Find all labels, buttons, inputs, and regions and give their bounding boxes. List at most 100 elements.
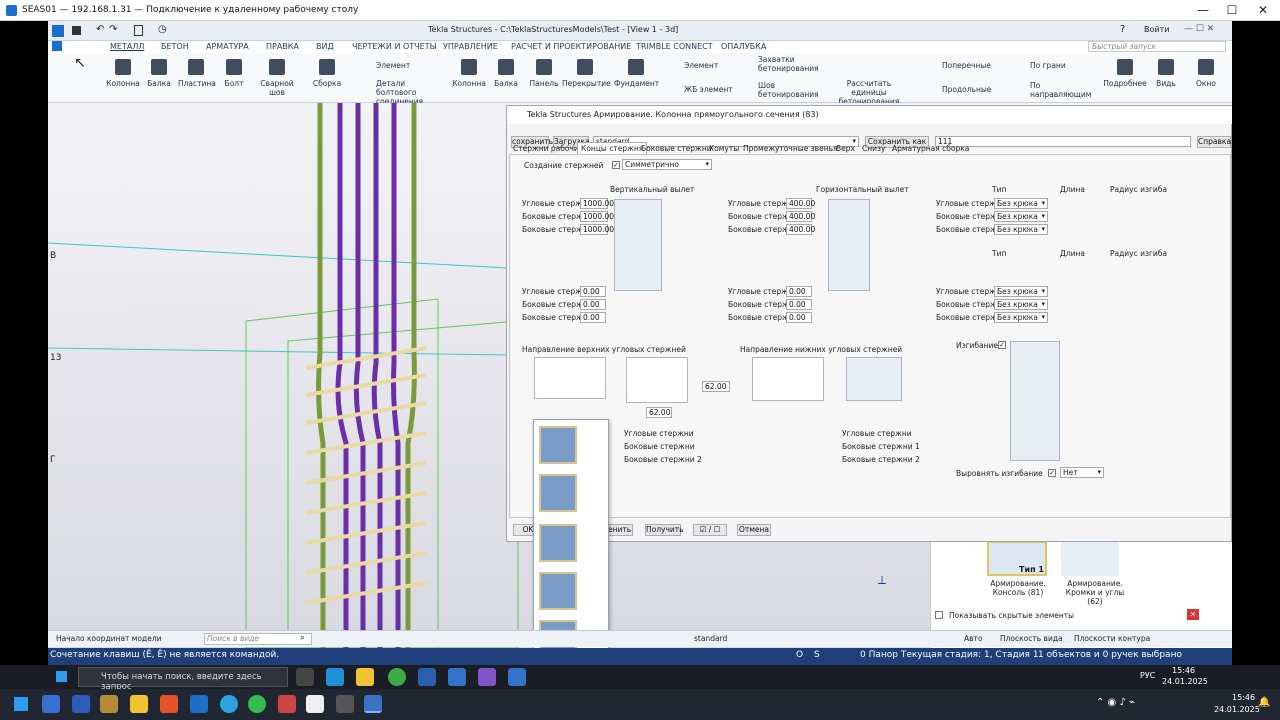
ribbon-footing[interactable]: Фундамент xyxy=(614,53,659,103)
ribbon-panel[interactable]: Панель xyxy=(528,53,560,103)
vert-overhang-input[interactable]: 0.00 xyxy=(580,286,606,297)
menu-view[interactable]: ВИД xyxy=(316,42,334,51)
vert-overhang-input[interactable]: 0.00 xyxy=(580,312,606,323)
contour-planes-select[interactable]: Плоскости контура xyxy=(1074,634,1150,643)
ribbon-window[interactable]: Окно xyxy=(1188,53,1224,103)
ribbon-beam[interactable]: Балка xyxy=(143,53,175,103)
vert-overhang-input[interactable]: 1000.00 xyxy=(580,211,614,222)
save-icon[interactable] xyxy=(72,26,81,35)
menu-concrete[interactable]: БЕТОН xyxy=(161,42,189,51)
ribbon-slab[interactable]: Перекрытие xyxy=(562,53,611,103)
tab-bar-ends[interactable]: Концы стержня xyxy=(577,142,648,154)
app-icon[interactable] xyxy=(478,668,496,686)
ribbon-more[interactable]: Подробнее xyxy=(1102,53,1148,103)
tab-top[interactable]: Верх xyxy=(836,144,855,153)
ribbon-select-tool[interactable]: ↖ xyxy=(60,53,100,103)
save-as-input[interactable]: 111 xyxy=(935,136,1191,147)
tab-bottom[interactable]: Снизу xyxy=(862,144,885,153)
ribbon-concrete-column[interactable]: Колонна xyxy=(450,53,488,103)
vert-overhang-input[interactable]: 0.00 xyxy=(580,299,606,310)
menu-icon[interactable] xyxy=(52,41,62,51)
telegram-icon[interactable] xyxy=(220,695,238,713)
ribbon-assembly[interactable]: Сборка xyxy=(308,53,346,103)
bending-checkbox[interactable]: ✓ xyxy=(998,341,1006,349)
direction-option-4[interactable] xyxy=(539,572,577,610)
maximize-button[interactable]: ☐ xyxy=(1215,0,1249,21)
outlook-icon[interactable] xyxy=(190,695,208,713)
login-link[interactable]: Войти xyxy=(1144,25,1169,34)
show-hidden-checkbox[interactable] xyxy=(935,611,943,619)
ribbon-plate[interactable]: Пластина xyxy=(178,53,216,103)
top-direction-picker[interactable] xyxy=(534,357,606,399)
hook-type-select[interactable]: Без крюка xyxy=(994,198,1048,209)
hook-type-select[interactable]: Без крюка xyxy=(994,224,1048,235)
explorer-icon[interactable] xyxy=(356,668,374,686)
tab-intermediate[interactable]: Промежуточные звенья xyxy=(743,144,838,153)
tekla-icon[interactable] xyxy=(448,668,466,686)
horiz-overhang-input[interactable]: 0.00 xyxy=(786,299,812,310)
remote-search-box[interactable]: Чтобы начать поиск, введите здесь запрос xyxy=(78,667,288,692)
undo-icon[interactable]: ↶ xyxy=(96,24,104,35)
taskbar-app-icon[interactable] xyxy=(42,695,60,713)
quick-search[interactable]: Быстрый запуск xyxy=(1088,41,1226,52)
window-controls[interactable]: — ☐ ✕ xyxy=(1184,24,1214,34)
top-angle-input[interactable]: 62.00 xyxy=(702,381,730,392)
close-button[interactable]: ✕ xyxy=(1246,0,1280,21)
close-red-icon[interactable]: ✕ xyxy=(1187,609,1199,620)
remote-lang[interactable]: РУС xyxy=(1140,671,1155,680)
redo-icon[interactable]: ↷ xyxy=(109,24,117,35)
notification-icon[interactable]: 🔔 xyxy=(1258,697,1270,708)
menu-formwork[interactable]: ОПАЛУБКА xyxy=(721,42,766,51)
direction-option-3[interactable] xyxy=(539,524,577,562)
toggle-all-button[interactable]: ☑ / ☐ xyxy=(693,524,727,536)
tab-side-bars[interactable]: Боковые стержни xyxy=(641,144,712,153)
top-angle-input-2[interactable]: 62.00 xyxy=(646,407,672,418)
help-button[interactable]: Справка... xyxy=(1197,136,1232,148)
ribbon-transverse[interactable]: Поперечные Продольные xyxy=(920,53,994,103)
catalog-tile-label-1[interactable]: Армирование. Консоль (81) xyxy=(983,579,1053,597)
direction-dropdown-list[interactable] xyxy=(533,419,609,663)
rdp-taskbar-icon[interactable] xyxy=(364,695,382,713)
create-rods-checkbox[interactable]: ✓ xyxy=(612,161,620,169)
taskbar-app-icon[interactable] xyxy=(278,695,296,713)
horiz-overhang-input[interactable]: 0.00 xyxy=(786,312,812,323)
view-search-input[interactable]: Поиск в виде xyxy=(204,633,312,645)
catalog-tile-label-2[interactable]: Армирование. Кромки и углы (62) xyxy=(1057,579,1133,606)
chrome-icon[interactable] xyxy=(388,668,406,686)
align-bending-checkbox[interactable]: ✓ xyxy=(1048,469,1056,477)
horiz-overhang-input[interactable]: 0.00 xyxy=(786,286,812,297)
direction-option-1[interactable] xyxy=(539,426,577,464)
ribbon-view[interactable]: Видь xyxy=(1152,53,1180,103)
direction-option-2[interactable] xyxy=(539,474,577,512)
ribbon-element[interactable]: Элемент Детали болтового соединения xyxy=(352,53,442,106)
ribbon-weld[interactable]: Сварной шов xyxy=(252,53,302,103)
tab-assembly[interactable]: Арматурная сборка xyxy=(892,144,969,153)
align-bending-select[interactable]: Нет xyxy=(1060,467,1104,478)
ribbon-by-face[interactable]: По грани По направляющим xyxy=(1006,53,1091,103)
search-icon[interactable]: ⌕ xyxy=(300,633,305,643)
tab-stirrups[interactable]: Хомуты xyxy=(709,144,739,153)
menu-manage[interactable]: УПРАВЛЕНИЕ xyxy=(443,42,498,51)
view-plane-select[interactable]: Плоскость вида xyxy=(1000,634,1063,643)
menu-analysis[interactable]: РАСЧЕТ И ПРОЕКТИРОВАНИЕ xyxy=(511,42,631,51)
ribbon-bolt[interactable]: Болт xyxy=(220,53,248,103)
menu-metal[interactable]: МЕТАЛЛ xyxy=(110,42,144,51)
hook-type-select[interactable]: Без крюка xyxy=(994,299,1048,310)
standard-select[interactable]: standard xyxy=(694,634,727,643)
folder-icon[interactable] xyxy=(130,695,148,713)
bottom-direction-picker[interactable] xyxy=(752,357,824,401)
create-rods-select[interactable]: Симметрично xyxy=(622,159,712,170)
menu-drawings[interactable]: ЧЕРТЕЖИ И ОТЧЕТЫ xyxy=(352,42,437,51)
edge-icon[interactable] xyxy=(326,668,344,686)
cancel-button[interactable]: Отмена xyxy=(737,524,771,536)
revit-icon[interactable] xyxy=(418,668,436,686)
ribbon-concrete-beam[interactable]: Балка xyxy=(490,53,522,103)
horiz-overhang-input[interactable]: 400.00 xyxy=(786,224,815,235)
windows-start-icon[interactable] xyxy=(14,697,28,711)
taskbar-app-icon[interactable] xyxy=(100,695,118,713)
vert-overhang-input[interactable]: 1000.00 xyxy=(580,198,614,209)
document-icon[interactable] xyxy=(134,25,143,36)
tray-icons[interactable]: ⌃ ◉ ♪ ⌁ xyxy=(1096,697,1135,708)
tab-main-bars[interactable]: Стержни рабочие xyxy=(513,144,583,153)
ribbon-concrete-element[interactable]: Элемент ЖБ элемент xyxy=(662,53,736,103)
